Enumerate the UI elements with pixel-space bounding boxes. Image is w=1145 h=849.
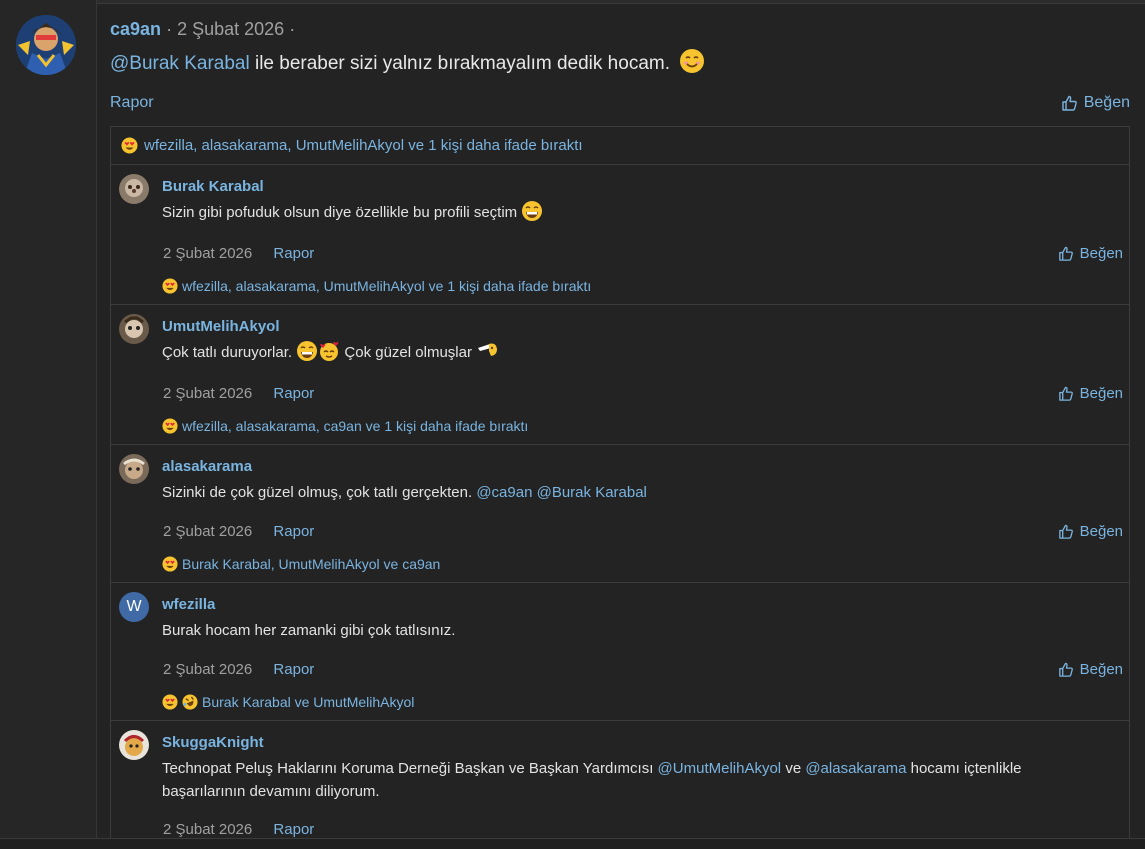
heart-eyes-icon: [121, 137, 138, 154]
comment: Burak Karabal Sizin gibi pofuduk olsun d…: [111, 164, 1129, 305]
post-author[interactable]: ca9an: [110, 19, 161, 39]
comment-report-link[interactable]: Rapor: [273, 385, 314, 402]
comment-mention[interactable]: @alasakarama: [805, 760, 906, 777]
comment-meta: 2 Şubat 2026 Rapor Beğen: [163, 661, 1123, 681]
comment-reactions[interactable]: wfezilla, alasakarama, UmutMelihAkyol ve…: [162, 278, 591, 294]
comment-reactions[interactable]: Burak Karabal ve UmutMelihAkyol: [162, 694, 414, 710]
comment-author[interactable]: alasakarama: [162, 458, 252, 475]
comment-like-button[interactable]: Beğen: [1058, 385, 1123, 402]
comment-mention[interactable]: @Burak Karabal: [537, 484, 647, 501]
comment-text-part: başarılarının devamını diliyorum.: [162, 783, 380, 800]
comment-like-button[interactable]: Beğen: [1058, 661, 1123, 678]
heart-eyes-icon: [162, 556, 178, 572]
comment-like-label: Beğen: [1079, 523, 1123, 540]
burak-karabal-avatar[interactable]: [119, 174, 149, 204]
comment-reactions-text: wfezilla, alasakarama, UmutMelihAkyol ve…: [182, 278, 592, 294]
comment-text-content: Sizinki de çok güzel olmuş, çok tatlı ge…: [162, 484, 473, 501]
comment: alasakarama Sizinki de çok güzel olmuş, …: [111, 444, 1129, 583]
post-date[interactable]: 2 Şubat 2026: [177, 19, 284, 39]
post-mention[interactable]: @Burak Karabal: [110, 53, 250, 74]
comment-report-link[interactable]: Rapor: [273, 661, 314, 678]
comment-reactions[interactable]: Burak Karabal, UmutMelihAkyol ve ca9an: [162, 556, 440, 572]
comment-date[interactable]: 2 Şubat 2026: [163, 385, 252, 402]
comment-text: Burak hocam her zamanki gibi çok tatlısı…: [162, 619, 455, 642]
comment-like-button[interactable]: Beğen: [1058, 245, 1123, 262]
post-reactions-bar[interactable]: wfezilla, alasakarama, UmutMelihAkyol ve…: [110, 126, 1130, 164]
comment-report-link[interactable]: Rapor: [273, 245, 314, 262]
comment-text: Sizin gibi pofuduk olsun diye özellikle …: [162, 200, 543, 224]
skuggaknight-avatar[interactable]: [119, 730, 149, 760]
grinning-face-icon: [297, 340, 318, 361]
comment-meta: 2 Şubat 2026 Rapor Beğen: [163, 385, 1123, 405]
pinched-fingers-icon: [478, 343, 498, 356]
comment-text: Çok tatlı duruyorlar. Çok güzel olmuşlar: [162, 340, 500, 364]
comment: UmutMelihAkyol Çok tatlı duruyorlar. Çok…: [111, 304, 1129, 445]
comment-text-part: hocamı içtenlikle: [910, 760, 1022, 777]
comment-author[interactable]: UmutMelihAkyol: [162, 318, 280, 335]
thumbs-up-icon: [1058, 246, 1073, 261]
comment-mention[interactable]: @UmutMelihAkyol: [658, 760, 782, 777]
comment-text: Sizinki de çok güzel olmuş, çok tatlı ge…: [162, 481, 647, 504]
smiling-hearts-icon: [320, 341, 339, 361]
bottom-border: [0, 838, 1145, 849]
comment-date[interactable]: 2 Şubat 2026: [163, 821, 252, 838]
post-like-button[interactable]: Beğen: [1061, 94, 1130, 112]
comment-meta: 2 Şubat 2026 Rapor Beğen: [163, 523, 1123, 543]
comment-report-link[interactable]: Rapor: [273, 523, 314, 540]
thumbs-up-icon: [1058, 524, 1073, 539]
heart-eyes-icon: [162, 694, 178, 710]
left-rail: [0, 0, 97, 848]
heart-eyes-icon: [162, 278, 178, 294]
comment-meta: 2 Şubat 2026 Rapor Beğen: [163, 245, 1123, 265]
post-reactions-text: wfezilla, alasakarama, UmutMelihAkyol ve…: [144, 137, 583, 154]
comment-mention[interactable]: @ca9an: [476, 484, 532, 501]
grinning-face-icon: [522, 200, 543, 221]
comment-date[interactable]: 2 Şubat 2026: [163, 661, 252, 678]
comment: W wfezilla Burak hocam her zamanki gibi …: [111, 582, 1129, 721]
comment-reactions-text: Burak Karabal ve UmutMelihAkyol: [202, 694, 415, 710]
comment-author[interactable]: Burak Karabal: [162, 178, 264, 195]
comments-list: Burak Karabal Sizin gibi pofuduk olsun d…: [110, 164, 1130, 848]
comment-like-button[interactable]: Beğen: [1058, 523, 1123, 540]
comment-like-label: Beğen: [1079, 661, 1123, 678]
comment: SkuggaKnight Technopat Peluş Haklarını K…: [111, 720, 1129, 849]
comment-reactions[interactable]: wfezilla, alasakarama, ca9an ve 1 kişi d…: [162, 418, 528, 434]
top-border: [0, 0, 1145, 4]
umutmelihakyol-avatar[interactable]: [119, 314, 149, 344]
post-like-label: Beğen: [1083, 94, 1130, 111]
post-header: ca9an · 2 Şubat 2026 ·: [110, 19, 296, 39]
comment-text-part: Çok tatlı duruyorlar.: [162, 344, 293, 361]
post-text: ile beraber sizi yalnız bırakmayalım ded…: [249, 53, 670, 74]
comment-like-label: Beğen: [1079, 385, 1123, 402]
wfezilla-avatar[interactable]: W: [119, 592, 149, 622]
comment-author[interactable]: wfezilla: [162, 596, 215, 613]
comment-reactions-text: wfezilla, alasakarama, ca9an ve 1 kişi d…: [182, 418, 529, 434]
comment-text-content: Sizin gibi pofuduk olsun diye özellikle …: [162, 204, 518, 221]
comment-like-label: Beğen: [1079, 245, 1123, 262]
comment-text-part: Çok güzel olmuşlar: [344, 344, 472, 361]
comment-text-part: Technopat Peluş Haklarını Koruma Derneği…: [162, 760, 654, 777]
comment-text: Technopat Peluş Haklarını Koruma Derneği…: [162, 757, 1022, 803]
comment-text-part: ve: [785, 760, 802, 777]
comment-reactions-text: Burak Karabal, UmutMelihAkyol ve ca9an: [182, 556, 441, 572]
rolling-laughing-icon: [182, 694, 198, 710]
comment-text-content: Burak hocam her zamanki gibi çok tatlısı…: [162, 622, 456, 639]
thumbs-up-icon: [1058, 662, 1073, 677]
smiling-face-icon: [680, 48, 705, 73]
post-report-link[interactable]: Rapor: [110, 94, 154, 111]
comment-date[interactable]: 2 Şubat 2026: [163, 245, 252, 262]
comment-report-link[interactable]: Rapor: [273, 821, 314, 838]
ca9an-avatar[interactable]: [16, 15, 76, 75]
alasakarama-avatar[interactable]: [119, 454, 149, 484]
comment-date[interactable]: 2 Şubat 2026: [163, 523, 252, 540]
comment-author[interactable]: SkuggaKnight: [162, 734, 264, 751]
post-actions: Rapor Beğen: [110, 94, 1130, 114]
thumbs-up-icon: [1058, 386, 1073, 401]
heart-eyes-icon: [162, 418, 178, 434]
post-body: @Burak Karabal ile beraber sizi yalnız b…: [110, 48, 705, 75]
thumbs-up-icon: [1062, 95, 1077, 111]
